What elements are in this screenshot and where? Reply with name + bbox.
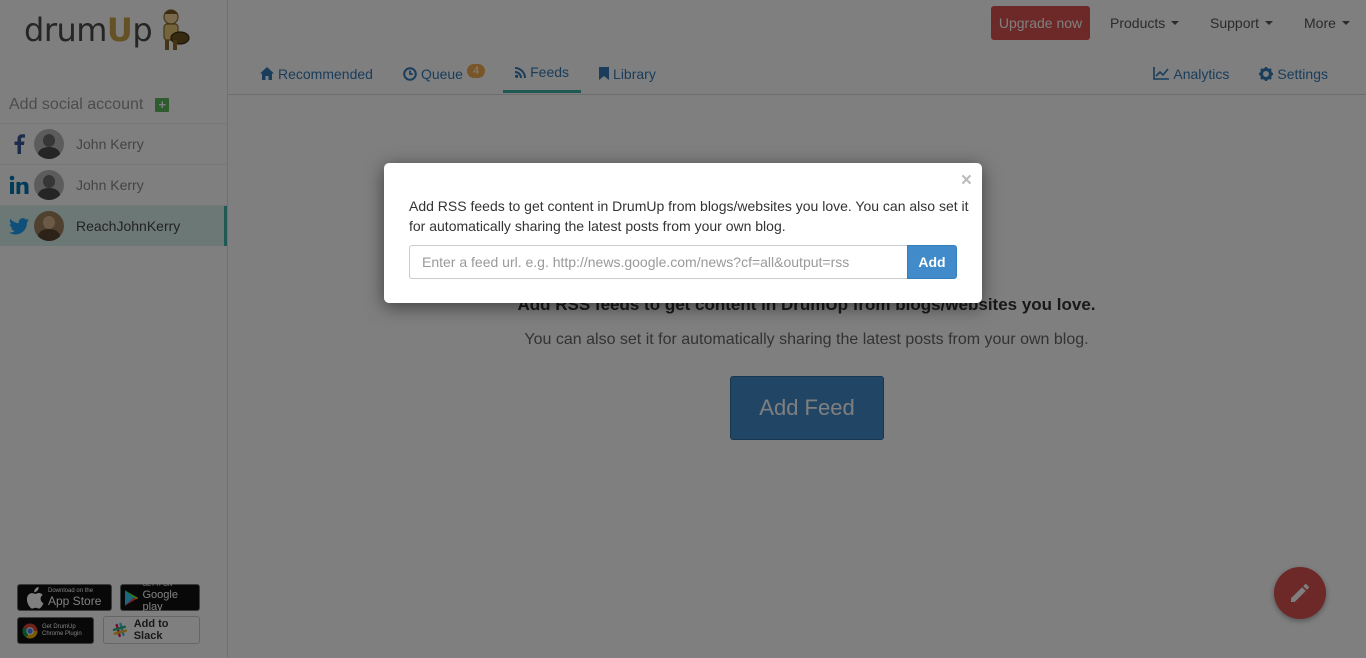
add-feed-url-button[interactable]: Add xyxy=(907,245,957,279)
feed-url-input[interactable] xyxy=(409,245,907,279)
modal-backdrop[interactable] xyxy=(0,0,1366,658)
close-icon[interactable]: × xyxy=(961,171,972,190)
modal-description: Add RSS feeds to get content in DrumUp f… xyxy=(409,198,969,234)
add-rss-feed-modal: × Add RSS feeds to get content in DrumUp… xyxy=(384,163,982,303)
